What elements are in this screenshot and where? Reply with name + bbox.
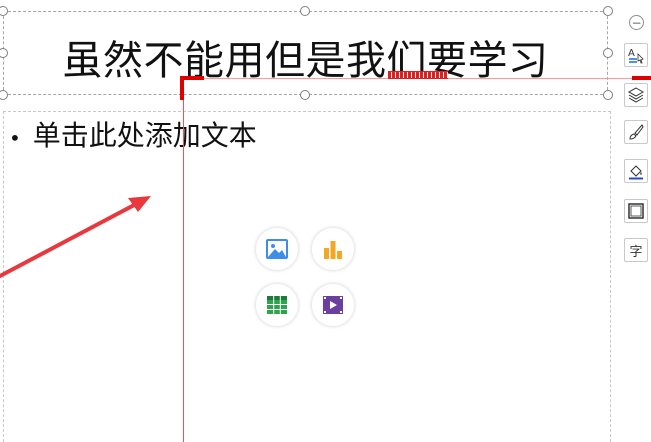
collapse-toolbar-button[interactable]: − [629, 15, 644, 30]
fill-button[interactable] [624, 159, 648, 183]
resize-handle-bottom-left[interactable] [0, 90, 8, 100]
text-button[interactable]: 字 [624, 238, 648, 262]
video-icon [323, 296, 343, 314]
layers-icon [627, 87, 645, 103]
guide-edge-marker [632, 76, 651, 80]
text-format-button[interactable]: A [624, 43, 648, 67]
body-placeholder-label: 单击此处添加文本 [32, 119, 257, 152]
brush-button[interactable] [624, 120, 648, 144]
resize-handle-middle-right[interactable] [603, 48, 613, 58]
vertical-guide-line [183, 78, 184, 442]
resize-handle-bottom-center[interactable] [300, 90, 310, 100]
insert-image-button[interactable] [255, 227, 299, 271]
annotation-arrow [0, 196, 151, 278]
fill-icon [629, 165, 643, 180]
text-icon: 字 [629, 244, 643, 260]
chart-icon [324, 241, 342, 259]
resize-handle-bottom-right[interactable] [603, 90, 613, 100]
border-button[interactable] [624, 199, 648, 223]
resize-handle-top-center[interactable] [300, 6, 310, 16]
border-icon [628, 203, 644, 219]
text-format-icon: A [628, 48, 644, 64]
layers-button[interactable] [624, 83, 648, 107]
insert-table-button[interactable] [255, 283, 299, 327]
table-icon [267, 296, 287, 314]
spellcheck-underline [388, 71, 448, 79]
image-icon [266, 239, 288, 259]
guide-corner-marker [180, 76, 204, 100]
brush-icon [629, 124, 644, 140]
bullet-dot: • [9, 125, 21, 150]
body-placeholder-text[interactable]: • 单击此处添加文本 [9, 114, 257, 154]
svg-text:A: A [628, 48, 635, 59]
insert-chart-button[interactable] [311, 227, 355, 271]
insert-video-button[interactable] [311, 283, 355, 327]
resize-handle-top-right[interactable] [603, 6, 613, 16]
